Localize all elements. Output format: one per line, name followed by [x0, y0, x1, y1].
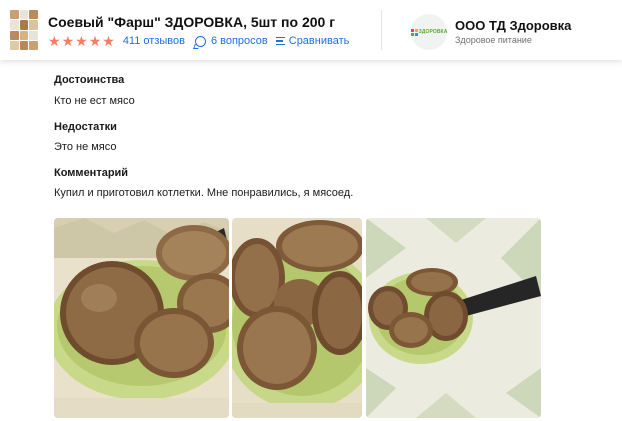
cons-text: Это не мясо — [54, 141, 117, 153]
comment-heading: Комментарий — [54, 167, 129, 179]
comment-text: Купил и приготовил котлетки. Мне понрави… — [54, 187, 354, 199]
page: Соевый "Фарш" ЗДОРОВКА, 5шт по 200 г ★ ★… — [0, 0, 622, 421]
seller-logo-text: ЗДОРОВКА — [418, 29, 448, 35]
seller-subtitle: Здоровое питание — [455, 35, 532, 45]
star-icon: ★ — [61, 33, 75, 49]
compare-icon — [275, 36, 285, 46]
star-icon: ★ — [88, 33, 102, 49]
logo-squares-icon — [410, 28, 418, 36]
pros-heading: Достоинства — [54, 74, 125, 86]
review-photo-3[interactable] — [366, 218, 541, 418]
seller-logo[interactable]: ЗДОРОВКА — [410, 14, 448, 50]
seller-name[interactable]: ООО ТД Здоровка — [455, 18, 571, 33]
star-icon: ★ — [102, 33, 115, 49]
header-divider — [381, 10, 382, 50]
questions-link[interactable]: 6 вопросов — [211, 35, 268, 47]
star-icon: ★ — [48, 33, 61, 49]
product-meta: ★ ★ ★ ★ ★ 411 отзывов 6 вопросов Сравнив… — [48, 33, 349, 49]
product-header: Соевый "Фарш" ЗДОРОВКА, 5шт по 200 г ★ ★… — [0, 0, 622, 60]
product-title[interactable]: Соевый "Фарш" ЗДОРОВКА, 5шт по 200 г — [48, 14, 335, 30]
pros-text: Кто не ест мясо — [54, 95, 135, 107]
question-bubble-icon — [194, 35, 206, 47]
review-photo-2[interactable] — [232, 218, 362, 418]
product-thumbnail[interactable] — [10, 10, 38, 50]
cons-heading: Недостатки — [54, 121, 117, 133]
reviews-link[interactable]: 411 отзывов — [123, 35, 185, 47]
star-icon: ★ — [75, 33, 88, 49]
review-photo-1[interactable] — [54, 218, 229, 418]
rating-stars: ★ ★ ★ ★ ★ — [48, 34, 115, 48]
compare-link[interactable]: Сравнивать — [289, 35, 350, 47]
